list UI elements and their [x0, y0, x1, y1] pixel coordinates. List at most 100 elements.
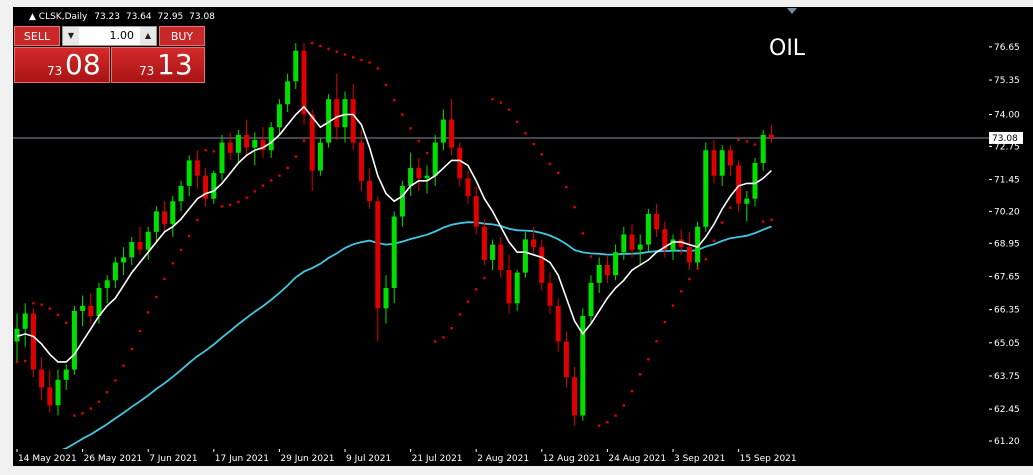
- oil-label: OIL: [769, 36, 806, 61]
- sar-dot: [647, 358, 650, 361]
- candle-body: [711, 150, 717, 176]
- y-tick-label: 62.45: [994, 405, 1020, 415]
- lot-size-field[interactable]: ▼ 1.00 ▲: [62, 26, 157, 46]
- sar-dot: [212, 150, 215, 153]
- candle-body: [613, 252, 619, 276]
- candle-body: [293, 50, 299, 82]
- sar-dot: [97, 400, 101, 403]
- sar-dot: [729, 206, 732, 209]
- time-axis-svg: 14 May 2021 26 May 2021 7 Jun 2021 17 Jun 2…: [16, 449, 797, 464]
- sar-dot: [598, 424, 601, 427]
- candle-body: [211, 173, 217, 199]
- sar-dot: [188, 234, 191, 238]
- y-tick-label: 68.95: [994, 239, 1020, 249]
- sell-price-button[interactable]: 73 08: [14, 47, 110, 83]
- sar-dot: [491, 97, 494, 101]
- sar-dot: [622, 404, 625, 407]
- sar-dot: [401, 113, 404, 116]
- buy-button[interactable]: BUY: [159, 26, 205, 46]
- chart-title-arrow-icon: ▲: [29, 12, 39, 22]
- x-tick-label: 15 Sep 2021: [740, 454, 797, 464]
- y-tick-label: 63.75: [994, 372, 1020, 382]
- sar-dot: [220, 205, 224, 208]
- candle-body: [473, 196, 479, 227]
- candle-body: [375, 201, 381, 309]
- sar-dot: [639, 373, 642, 376]
- sar-dot: [393, 99, 396, 102]
- shift-marker-icon[interactable]: [787, 8, 797, 14]
- sar-dot: [762, 220, 765, 223]
- sar-dot: [343, 53, 347, 56]
- x-tick-label: 14 May 2021: [18, 454, 77, 464]
- candle-body: [63, 369, 69, 380]
- candle-body: [645, 213, 651, 245]
- price-axis[interactable]: 76.65 75.35 74.00 72.75 71.45 70.20 68.95 67.65…: [989, 7, 1033, 449]
- buy-price-button[interactable]: 73 13: [111, 47, 205, 83]
- candle-body: [170, 201, 176, 225]
- candle-body: [301, 50, 307, 115]
- lot-size-value[interactable]: 1.00: [79, 27, 140, 45]
- candle-body: [153, 211, 159, 232]
- candle-body: [563, 341, 569, 378]
- candle-body: [703, 150, 709, 227]
- sar-dot: [245, 196, 248, 199]
- sar-dot: [532, 142, 535, 146]
- candle-body: [424, 175, 430, 179]
- candle-body: [481, 226, 487, 260]
- x-tick-label: 26 May 2021: [84, 454, 143, 464]
- sar-dot: [745, 140, 748, 143]
- y-tick-label: 66.35: [994, 306, 1020, 316]
- candle-body: [252, 139, 258, 148]
- x-tick-label: 7 Jun 2021: [149, 454, 197, 464]
- candle-body: [367, 180, 373, 202]
- sar-dot: [253, 190, 256, 193]
- x-tick-label: 24 Aug 2021: [608, 454, 666, 464]
- candle-body: [244, 134, 250, 148]
- sar-dot: [302, 139, 306, 142]
- y-tick-label: 61.20: [994, 437, 1020, 447]
- y-tick-label: 75.35: [994, 76, 1020, 86]
- candle-body: [457, 147, 463, 179]
- candle-body: [137, 242, 143, 250]
- candle-body: [416, 168, 422, 179]
- one-click-trading-panel: SELL ▼ 1.00 ▲ BUY 73 08 73 13: [14, 26, 205, 84]
- sar-dot: [319, 44, 322, 48]
- candle-body: [408, 168, 414, 186]
- sar-dot: [770, 218, 773, 221]
- sar-dot: [204, 148, 207, 152]
- sar-dot: [384, 83, 388, 87]
- sar-dot: [516, 120, 519, 124]
- candle-body: [686, 247, 692, 263]
- candle-body: [727, 150, 733, 166]
- sar-dot: [376, 67, 379, 70]
- sar-dot: [65, 321, 68, 325]
- sar-dot: [171, 262, 174, 265]
- candle-body: [399, 185, 405, 217]
- sar-dot: [15, 360, 19, 364]
- sar-dot: [278, 174, 281, 177]
- sar-dot: [614, 414, 617, 417]
- sar-dot: [712, 239, 716, 242]
- current-price-tag: 73.08: [989, 131, 1023, 144]
- candle-body: [178, 185, 184, 202]
- sar-dot: [48, 307, 51, 310]
- lot-decrease-icon[interactable]: ▼: [63, 27, 79, 45]
- sar-dot: [73, 414, 76, 417]
- y-tick-label: 71.45: [994, 176, 1020, 186]
- sar-dot: [466, 300, 470, 303]
- sar-dot: [557, 171, 560, 175]
- lot-increase-icon[interactable]: ▲: [140, 27, 156, 45]
- candle-body: [30, 313, 36, 370]
- sar-dot: [196, 218, 199, 222]
- candle-body: [39, 369, 45, 388]
- sar-dot: [688, 277, 691, 281]
- candle-body: [342, 99, 348, 128]
- sar-dot: [499, 101, 502, 104]
- sar-dot: [573, 205, 576, 209]
- candle-body: [383, 287, 389, 309]
- sar-dot: [737, 138, 740, 142]
- sell-button[interactable]: SELL: [14, 26, 60, 46]
- buy-price-main: 13: [157, 48, 193, 81]
- price-axis-svg: 76.6575.3574.0072.7571.4570.2068.9567.65…: [989, 43, 1023, 447]
- time-axis[interactable]: 14 May 2021 26 May 2021 7 Jun 2021 17 Jun 2…: [13, 449, 1033, 466]
